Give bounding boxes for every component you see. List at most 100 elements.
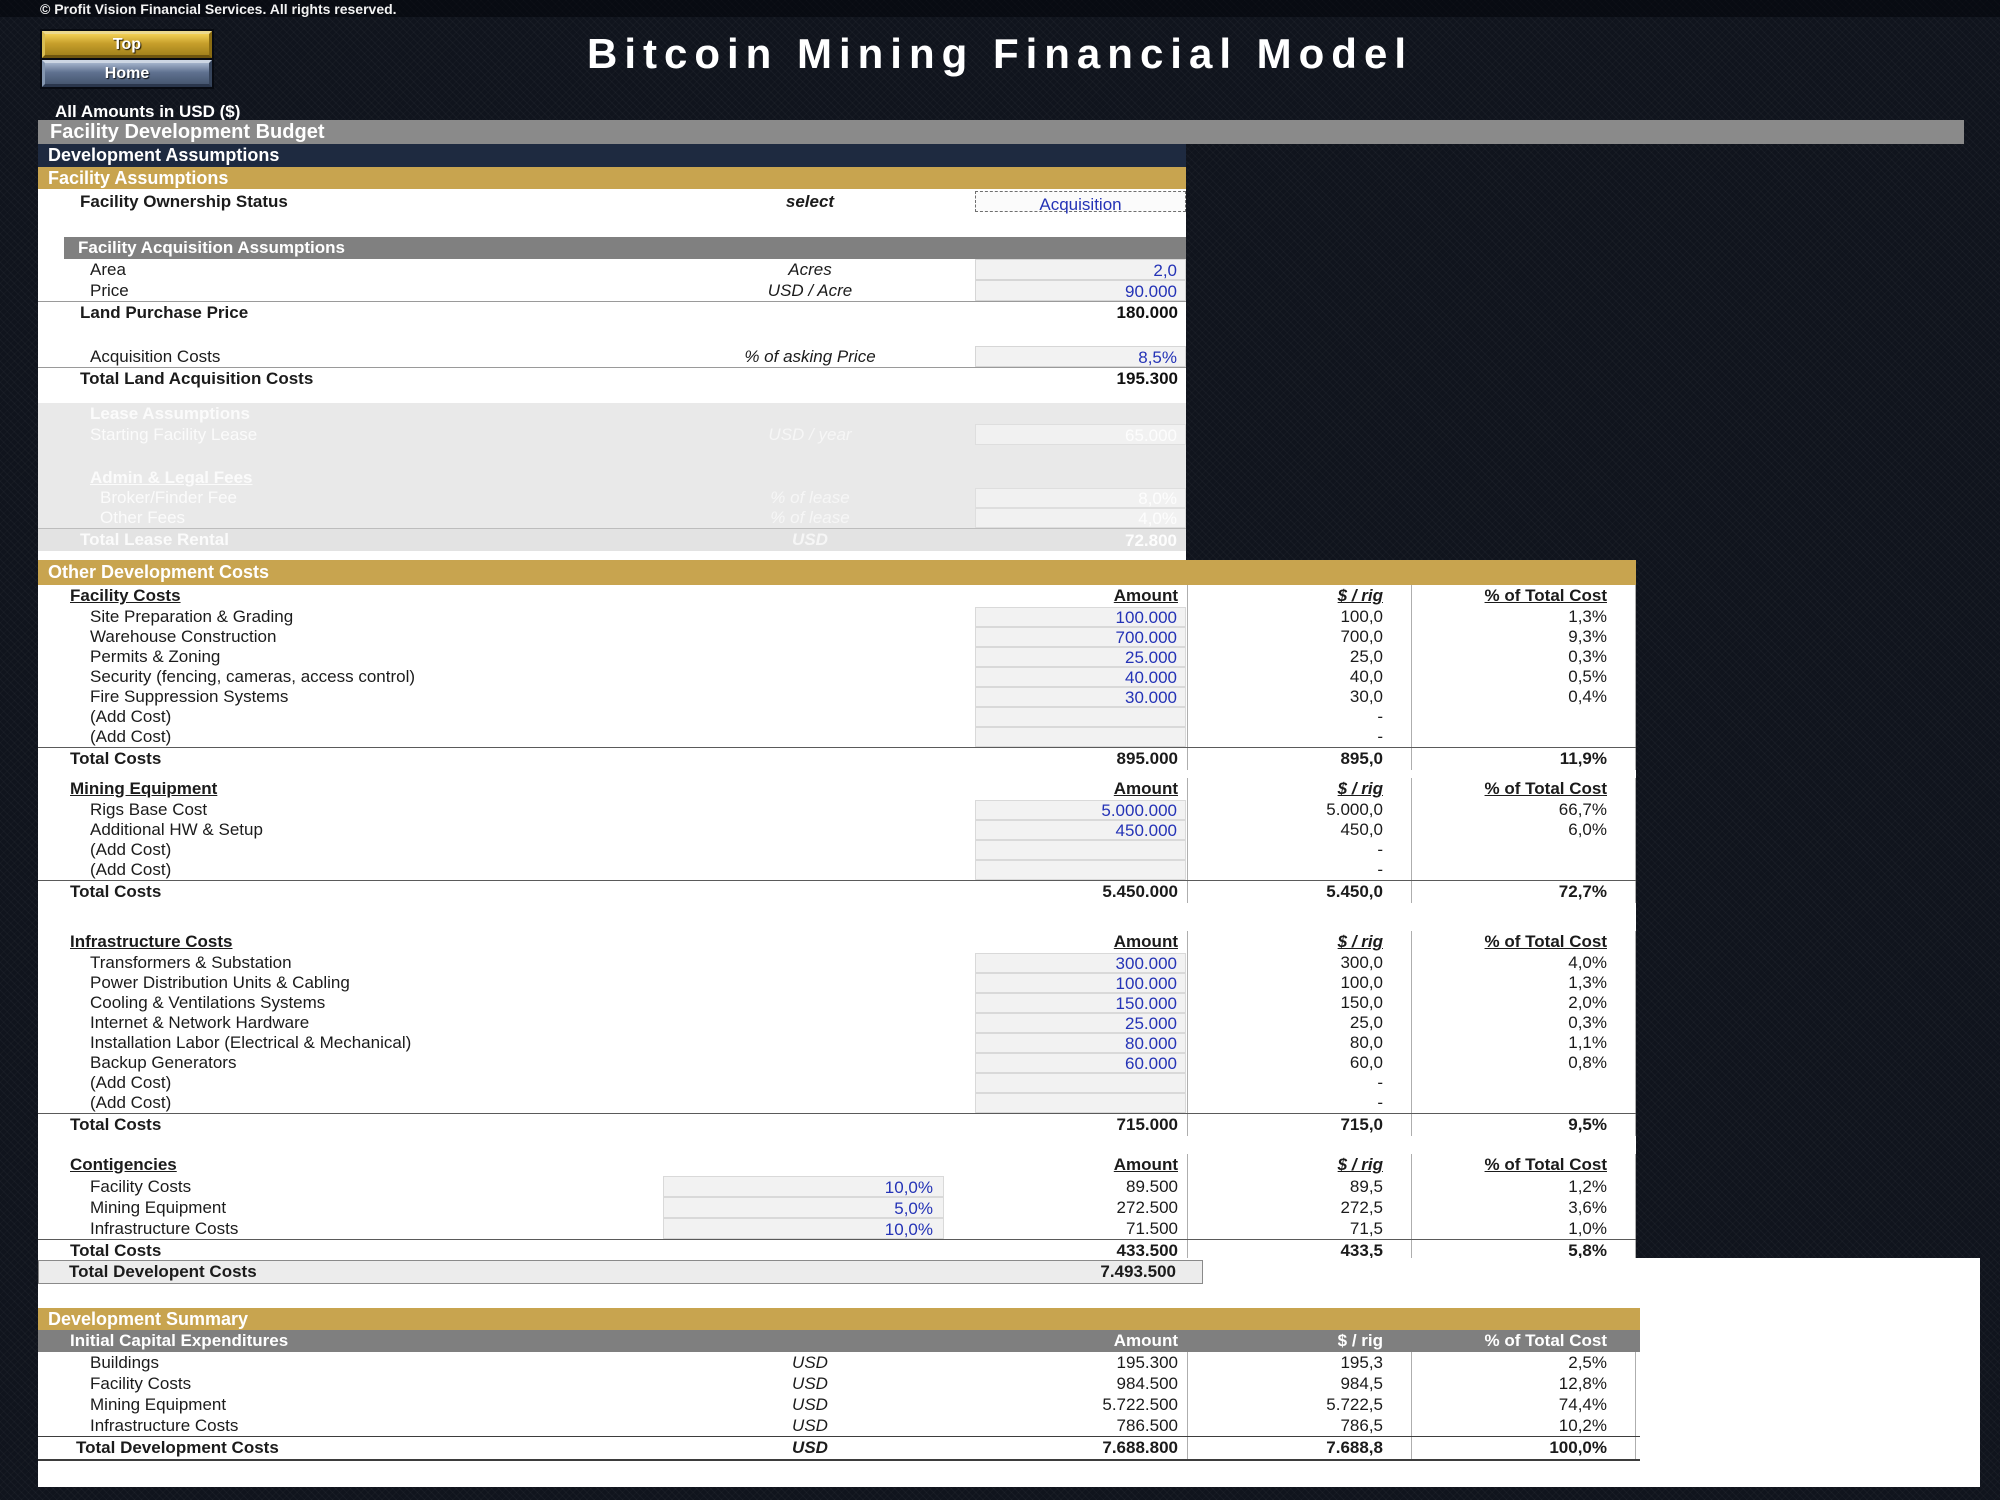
pct-value: 0,8% xyxy=(1411,1053,1607,1073)
rig-value: - xyxy=(1187,860,1383,880)
lease-fee-row: Other Fees % of lease 4,0% xyxy=(38,508,1186,528)
table-header-row: Facility Costs Amount $ / rig % of Total… xyxy=(38,585,1636,607)
lease-fee-row: Broker/Finder Fee % of lease 8,0% xyxy=(38,488,1186,508)
amount-column-header: Amount xyxy=(975,1154,1178,1176)
amount-column-header: Amount xyxy=(975,585,1178,607)
facility-acquisition-bar: Facility Acquisition Assumptions xyxy=(64,237,1186,259)
amount-input[interactable] xyxy=(975,840,1186,860)
row-label: Backup Generators xyxy=(90,1053,236,1073)
rig-value: 150,0 xyxy=(1187,993,1383,1013)
amount-input[interactable]: 300.000 xyxy=(975,953,1186,973)
amount-input[interactable]: 5.000.000 xyxy=(975,800,1186,820)
rig-value: 60,0 xyxy=(1187,1053,1383,1073)
pct-input[interactable]: 10,0% xyxy=(663,1176,944,1197)
amount-column-header: Amount xyxy=(975,1330,1178,1352)
row-label: Broker/Finder Fee xyxy=(100,488,237,508)
row-label: (Add Cost) xyxy=(90,1073,171,1093)
pct-column-header: % of Total Cost xyxy=(1411,585,1607,607)
row-label: Cooling & Ventilations Systems xyxy=(90,993,325,1013)
row-label: Infrastructure Costs xyxy=(90,1415,238,1436)
row-unit: USD / Acre xyxy=(610,280,1010,301)
lease-bar: Lease Assumptions xyxy=(38,403,1186,424)
ownership-row: Facility Ownership Status select Acquisi… xyxy=(38,189,1186,214)
pct-input[interactable]: 5,0% xyxy=(663,1197,944,1218)
amount-input[interactable]: 40.000 xyxy=(975,667,1186,687)
value-input[interactable]: 2,0 xyxy=(975,259,1186,280)
value-input[interactable]: 90.000 xyxy=(975,280,1186,301)
row-label: Transformers & Substation xyxy=(90,953,292,973)
amount-input[interactable]: 450.000 xyxy=(975,820,1186,840)
amount-input[interactable] xyxy=(975,1093,1186,1113)
pct-value: 66,7% xyxy=(1411,800,1607,820)
lease-rows: Starting Facility Lease USD / year 65.00… xyxy=(38,424,1186,445)
row-unit: % of lease xyxy=(610,508,1010,528)
row-label: Permits & Zoning xyxy=(90,647,220,667)
amount-input[interactable] xyxy=(975,727,1186,747)
total-row: Total Costs 715.000 715,0 9,5% xyxy=(38,1113,1636,1136)
row-label: (Add Cost) xyxy=(90,840,171,860)
amount-value: 272.500 xyxy=(975,1197,1178,1218)
ownership-select[interactable]: Acquisition xyxy=(975,191,1186,212)
amount-input[interactable]: 60.000 xyxy=(975,1053,1186,1073)
table-row: Installation Labor (Electrical & Mechani… xyxy=(38,1033,1636,1053)
table-header-row: Mining Equipment Amount $ / rig % of Tot… xyxy=(38,778,1636,800)
total-row: Total Costs 895.000 895,0 11,9% xyxy=(38,747,1636,770)
amount-column-header: Amount xyxy=(975,778,1178,800)
pct-value: 1,0% xyxy=(1411,1218,1607,1239)
row-label: Installation Labor (Electrical & Mechani… xyxy=(90,1033,411,1053)
amount-input[interactable]: 100.000 xyxy=(975,973,1186,993)
amount-input[interactable] xyxy=(975,860,1186,880)
amount-input[interactable]: 80.000 xyxy=(975,1033,1186,1053)
row-unit: Acres xyxy=(610,259,1010,280)
table-row: Site Preparation & Grading 100.000 100,0… xyxy=(38,607,1636,627)
pct-value: 12,8% xyxy=(1411,1373,1607,1394)
summary-header-row: Initial Capital Expenditures Amount $ / … xyxy=(38,1330,1640,1352)
row-label: Facility Costs xyxy=(90,1373,191,1394)
amount-input[interactable] xyxy=(975,707,1186,727)
value-input[interactable]: 4,0% xyxy=(975,508,1186,528)
rig-value: - xyxy=(1187,840,1383,860)
amount-input[interactable]: 25.000 xyxy=(975,647,1186,667)
acquisition-costs-row: Acquisition Costs % of asking Price 8,5% xyxy=(38,346,1186,367)
amount-input[interactable]: 25.000 xyxy=(975,1013,1186,1033)
row-label: (Add Cost) xyxy=(90,707,171,727)
rig-value: 5.000,0 xyxy=(1187,800,1383,820)
value-input[interactable]: 65.000 xyxy=(975,424,1186,445)
summary-row: Mining Equipment USD 5.722.500 5.722,5 7… xyxy=(38,1394,1980,1415)
summary-table: Initial Capital Expenditures Amount $ / … xyxy=(38,1330,1980,1461)
acquisition-costs-unit: % of asking Price xyxy=(610,346,1010,367)
value-input[interactable]: 8,0% xyxy=(975,488,1186,508)
amount-input[interactable]: 700.000 xyxy=(975,627,1186,647)
pct-input[interactable]: 10,0% xyxy=(663,1218,944,1239)
rig-column-header: $ / rig xyxy=(1187,931,1383,953)
amount-value: 71.500 xyxy=(975,1218,1178,1239)
rig-column-header: $ / rig xyxy=(1187,1330,1383,1352)
pct-column-header: % of Total Cost xyxy=(1411,931,1607,953)
table-row: Power Distribution Units & Cabling 100.0… xyxy=(38,973,1636,993)
table-header-row: Infrastructure Costs Amount $ / rig % of… xyxy=(38,931,1636,953)
table-row: (Add Cost) - xyxy=(38,1073,1636,1093)
row-unit: USD xyxy=(610,1415,1010,1436)
summary-row: Infrastructure Costs USD 786.500 786,5 1… xyxy=(38,1415,1980,1436)
page-title: Bitcoin Mining Financial Model xyxy=(0,30,2000,78)
rig-value: 100,0 xyxy=(1187,607,1383,627)
ownership-unit: select xyxy=(610,189,1010,214)
other-development-costs-bar: Other Development Costs xyxy=(38,560,1636,585)
amount-input[interactable]: 150.000 xyxy=(975,993,1186,1013)
pct-value: 1,2% xyxy=(1411,1176,1607,1197)
amount-value: 984.500 xyxy=(975,1373,1178,1394)
table-row: Transformers & Substation 300.000 300,0 … xyxy=(38,953,1636,973)
table-row: (Add Cost) - xyxy=(38,840,1636,860)
admin-legal-fees-header: Admin & Legal Fees xyxy=(38,467,1186,488)
contingencies-table: Contigencies Amount $ / rig % of Total C… xyxy=(38,1154,1636,1262)
amount-input[interactable]: 30.000 xyxy=(975,687,1186,707)
amount-input[interactable]: 100.000 xyxy=(975,607,1186,627)
amount-input[interactable] xyxy=(975,1073,1186,1093)
copyright-text: © Profit Vision Financial Services. All … xyxy=(40,1,397,17)
land-purchase-value: 180.000 xyxy=(975,302,1178,323)
acquisition-costs-input[interactable]: 8,5% xyxy=(975,346,1186,367)
pct-value: 4,0% xyxy=(1411,953,1607,973)
rig-value: 40,0 xyxy=(1187,667,1383,687)
rig-value: 272,5 xyxy=(1187,1197,1383,1218)
pct-value: 1,1% xyxy=(1411,1033,1607,1053)
